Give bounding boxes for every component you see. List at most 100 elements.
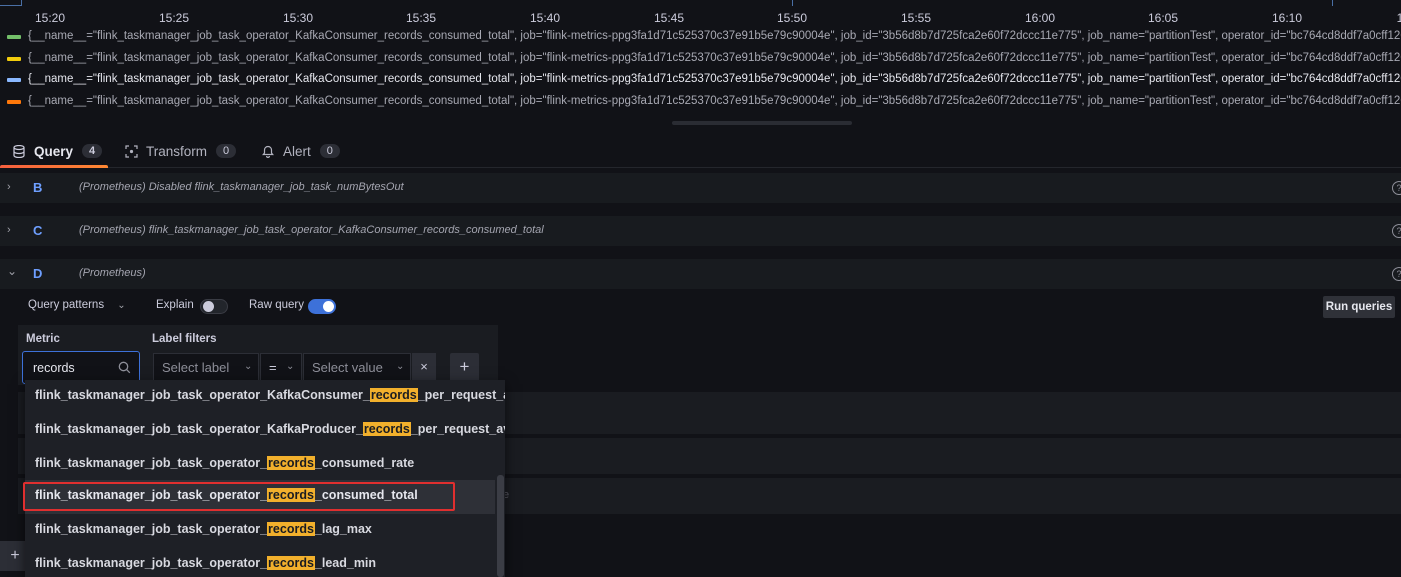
tab-count-badge: 0 xyxy=(319,144,340,158)
legend-series-label: {__name__="flink_taskmanager_job_task_op… xyxy=(28,51,1401,64)
operator-value: = xyxy=(269,360,277,375)
remove-filter-button[interactable]: × xyxy=(412,353,436,382)
option-prefix: flink_taskmanager_job_task_operator_Kafk… xyxy=(35,388,370,402)
legend-series-label: {__name__="flink_taskmanager_job_task_op… xyxy=(28,94,1401,107)
label-filters-label: Label filters xyxy=(152,333,217,345)
query-patterns-dropdown[interactable]: Query patterns ⌄ xyxy=(28,299,126,311)
add-filter-button[interactable]: + xyxy=(450,353,479,382)
operator-select[interactable]: = ⌄ xyxy=(260,353,302,382)
search-icon xyxy=(118,361,132,375)
chevron-right-icon[interactable]: › xyxy=(7,224,11,236)
tab-transform[interactable]: Transform 0 xyxy=(124,134,237,168)
database-icon xyxy=(12,144,26,158)
metric-option[interactable]: flink_taskmanager_job_task_operator_Kafk… xyxy=(25,380,505,414)
time-tick: 15:50 xyxy=(776,11,808,25)
time-tick: 15:35 xyxy=(405,11,437,25)
graph-legend: {__name__="flink_taskmanager_job_task_op… xyxy=(0,27,1401,113)
time-tick: 16:00 xyxy=(1024,11,1056,25)
legend-item[interactable]: {__name__="flink_taskmanager_job_task_op… xyxy=(0,70,1401,92)
tab-alert[interactable]: Alert 0 xyxy=(261,134,340,168)
time-axis: 15:20 15:25 15:30 15:35 15:40 15:45 15:5… xyxy=(0,0,1401,26)
time-tick: 16:05 xyxy=(1147,11,1179,25)
query-row-c[interactable]: › C (Prometheus) flink_taskmanager_job_t… xyxy=(0,216,1401,246)
time-tick: 15:30 xyxy=(282,11,314,25)
metric-option[interactable]: flink_taskmanager_job_task_operator_reco… xyxy=(25,448,495,482)
raw-query-label: Raw query xyxy=(249,299,304,311)
series-color-swatch xyxy=(7,78,21,82)
metric-option-selected[interactable]: flink_taskmanager_job_task_operator_reco… xyxy=(25,480,495,514)
option-prefix: flink_taskmanager_job_task_operator_ xyxy=(35,522,268,536)
chevron-right-icon[interactable]: › xyxy=(7,181,11,193)
legend-item[interactable]: {__name__="flink_taskmanager_job_task_op… xyxy=(0,27,1401,49)
select-value-dropdown[interactable]: Select value ⌄ xyxy=(303,353,411,382)
metric-input-value: records xyxy=(33,361,75,375)
option-prefix: flink_taskmanager_job_task_operator_Kafk… xyxy=(35,422,363,436)
metric-suggestions-dropdown: flink_taskmanager_job_task_operator_Kafk… xyxy=(25,380,505,577)
query-patterns-label: Query patterns xyxy=(28,299,105,311)
chevron-down-icon: ⌄ xyxy=(117,300,126,311)
grafana-query-editor: 15:20 15:25 15:30 15:35 15:40 15:45 15:5… xyxy=(0,0,1401,577)
tab-label: Alert xyxy=(283,143,311,159)
option-suffix: _consumed_total xyxy=(314,488,418,502)
help-icon[interactable]: ? xyxy=(1392,267,1401,281)
time-tick: 15:55 xyxy=(900,11,932,25)
tab-count-badge: 4 xyxy=(82,144,103,158)
time-tick: 16:10 xyxy=(1271,11,1303,25)
help-icon[interactable]: ? xyxy=(1392,181,1401,195)
query-description: (Prometheus) Disabled flink_taskmanager_… xyxy=(79,181,404,193)
chevron-down-icon: ⌄ xyxy=(396,361,405,372)
time-region-marker xyxy=(792,0,793,6)
select-label-placeholder: Select label xyxy=(162,360,230,375)
query-letter: D xyxy=(33,266,43,281)
tab-label: Query xyxy=(34,143,74,159)
metric-option[interactable]: flink_taskmanager_job_task_operator_Kafk… xyxy=(25,414,505,448)
match-highlight: records xyxy=(267,556,315,570)
series-color-swatch xyxy=(7,99,21,104)
match-highlight: records xyxy=(369,388,418,402)
option-prefix: flink_taskmanager_job_task_operator_ xyxy=(35,456,268,470)
metric-option[interactable]: flink_taskmanager_job_task_operator_reco… xyxy=(25,548,495,577)
option-suffix: _per_request_avg xyxy=(410,422,505,436)
option-suffix: _consumed_rate xyxy=(314,456,415,470)
chevron-down-icon: ⌄ xyxy=(286,361,295,372)
tab-query[interactable]: Query 4 xyxy=(0,134,108,168)
query-row-b[interactable]: › B (Prometheus) Disabled flink_taskmana… xyxy=(0,173,1401,203)
query-row-d[interactable]: ⌄ D (Prometheus) ? xyxy=(0,259,1401,289)
explain-toggle[interactable] xyxy=(200,299,228,314)
run-queries-button[interactable]: Run queries xyxy=(1323,296,1395,318)
metric-label: Metric xyxy=(26,333,60,345)
query-letter: C xyxy=(33,223,43,238)
match-highlight: records xyxy=(267,488,315,502)
option-prefix: flink_taskmanager_job_task_operator_ xyxy=(35,556,268,570)
raw-query-toggle[interactable] xyxy=(308,299,336,314)
match-highlight: records xyxy=(267,456,315,470)
transform-icon xyxy=(124,144,138,158)
tab-count-badge: 0 xyxy=(216,144,237,158)
graph-corner-marker xyxy=(0,0,22,6)
chevron-down-icon[interactable]: ⌄ xyxy=(7,264,17,278)
time-tick: 1 xyxy=(1396,11,1401,25)
legend-item[interactable]: {__name__="flink_taskmanager_job_task_op… xyxy=(0,92,1401,114)
tab-label: Transform xyxy=(146,143,208,159)
explain-label: Explain xyxy=(156,299,194,311)
option-suffix: _per_request_avg xyxy=(417,388,505,402)
metric-option[interactable]: flink_taskmanager_job_task_operator_reco… xyxy=(25,514,495,548)
select-label-dropdown[interactable]: Select label ⌄ xyxy=(153,353,259,382)
bell-icon xyxy=(261,144,275,158)
match-highlight: records xyxy=(267,522,315,536)
query-letter: B xyxy=(33,180,43,195)
legend-item[interactable]: {__name__="flink_taskmanager_job_task_op… xyxy=(0,49,1401,71)
panel-resize-handle[interactable] xyxy=(672,121,852,125)
time-region-marker xyxy=(1332,0,1333,6)
time-tick: 15:25 xyxy=(158,11,190,25)
select-value-placeholder: Select value xyxy=(312,360,383,375)
series-color-swatch xyxy=(7,56,21,61)
toggle-knob xyxy=(323,301,334,312)
dropdown-scrollbar[interactable] xyxy=(497,475,504,577)
option-prefix: flink_taskmanager_job_task_operator_ xyxy=(35,488,268,502)
chevron-down-icon: ⌄ xyxy=(244,361,253,372)
help-icon[interactable]: ? xyxy=(1392,224,1401,238)
editor-tabs: Query 4 Transform 0 Alert 0 xyxy=(0,134,1401,168)
query-description: (Prometheus) flink_taskmanager_job_task_… xyxy=(79,224,544,236)
time-tick: 15:45 xyxy=(653,11,685,25)
